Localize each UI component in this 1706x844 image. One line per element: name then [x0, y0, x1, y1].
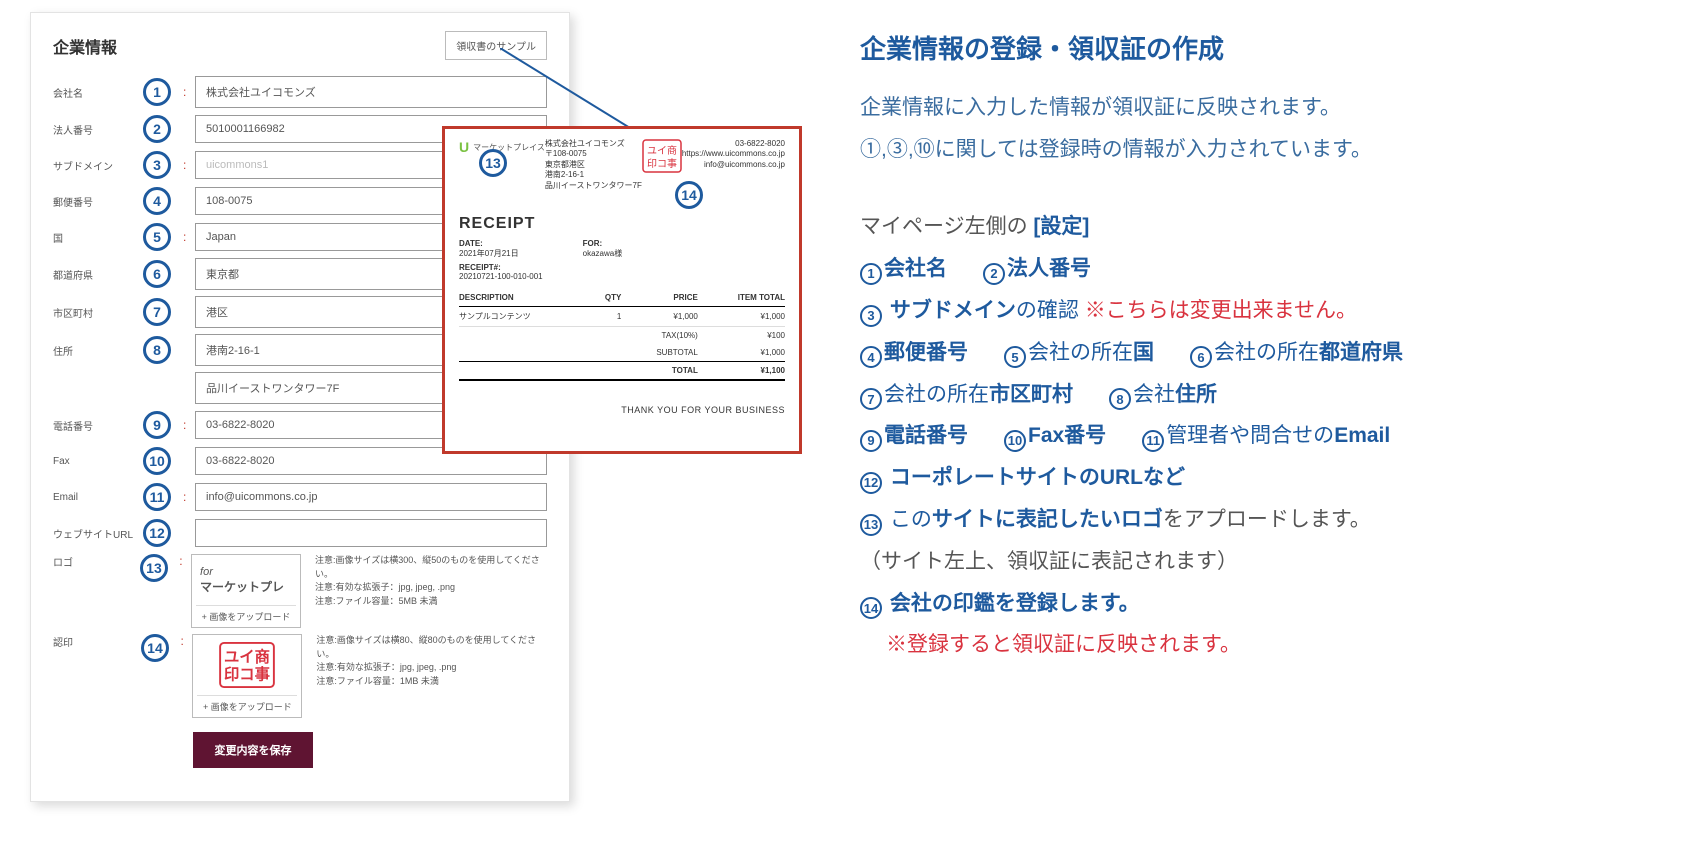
marker-11: 11	[143, 483, 171, 511]
marker-13-receipt: 13	[479, 149, 507, 177]
label-prefecture: 都道府県	[53, 267, 133, 282]
logo-preview: for マーケットプレ + 画像をアップロード	[191, 554, 301, 628]
input-email[interactable]: info@uicommons.co.jp	[195, 483, 547, 511]
label-corp-number: 法人番号	[53, 122, 133, 137]
total-row: TOTAL ¥1,100	[459, 362, 785, 381]
label-postal: 郵便番号	[53, 194, 133, 209]
label-subdomain: サブドメイン	[53, 158, 133, 173]
explain-p1: 企業情報に入力した情報が領収証に反映されます。	[860, 89, 1680, 127]
marker-8: 8	[143, 336, 171, 364]
bullet-12-icon: 12	[860, 472, 882, 494]
label-website: ウェブサイトURL	[53, 526, 133, 541]
marker-1: 1	[143, 78, 171, 106]
bullet-4-icon: 4	[860, 346, 882, 368]
panel-header: 企業情報 領収書のサンプル	[53, 31, 547, 60]
explain-row-1-2: 1会社名 2法人番号	[860, 250, 1680, 288]
explain-row-14: 14 会社の印鑑を登録します。	[860, 585, 1680, 623]
input-company-name[interactable]: 株式会社ユイコモンズ	[195, 76, 547, 108]
receipt-thanks: THANK YOU FOR YOUR BUSINESS	[459, 405, 785, 415]
explain-title: 企業情報の登録・領収証の作成	[860, 26, 1680, 73]
upload-stamp-button[interactable]: + 画像をアップロード	[197, 695, 297, 713]
label-logo: ロゴ	[53, 554, 131, 569]
svg-text:ユイ商: ユイ商	[224, 647, 270, 666]
bullet-6-icon: 6	[1190, 346, 1212, 368]
bullet-8-icon: 8	[1109, 388, 1131, 410]
svg-text:ユイ商: ユイ商	[647, 144, 677, 157]
bullet-13-icon: 13	[860, 514, 882, 536]
label-tel: 電話番号	[53, 418, 133, 433]
explain-mypage: マイページ左側の [設定]	[860, 208, 1680, 246]
label-city: 市区町村	[53, 305, 133, 320]
svg-text:印コ事: 印コ事	[647, 157, 677, 170]
marker-13: 13	[140, 554, 168, 582]
logo-notes: 注意:画像サイズは横300、縦50のものを使用してください。 注意:有効な拡張子…	[315, 554, 547, 608]
tax-row: TAX(10%) ¥100	[459, 327, 785, 345]
bullet-3-icon: 3	[860, 305, 882, 327]
stamp-preview: ユイ商印コ事 + 画像をアップロード	[192, 634, 302, 718]
save-button[interactable]: 変更内容を保存	[193, 732, 313, 768]
label-address: 住所	[53, 343, 133, 358]
label-company-name: 会社名	[53, 85, 133, 100]
receipt-contact: 03-6822-8020 https://www.uicommons.co.jp…	[682, 139, 785, 170]
marker-14: 14	[141, 634, 169, 662]
receipt-table: DESCRIPTION QTY PRICE ITEM TOTAL サンプルコンテ…	[459, 289, 785, 381]
brand-icon: U	[459, 139, 469, 155]
receipt-sample-button[interactable]: 領収書のサンプル	[445, 31, 547, 60]
receipt-title: RECEIPT	[459, 215, 785, 233]
explain-row-12: 12 コーポレートサイトのURLなど	[860, 459, 1680, 497]
explain-row-13: 13 このサイトに表記したいロゴをアプロードします。	[860, 501, 1680, 539]
explanation: 企業情報の登録・領収証の作成 企業情報に入力した情報が領収証に反映されます。 ①…	[860, 26, 1680, 668]
input-website[interactable]	[195, 519, 547, 547]
bullet-2-icon: 2	[983, 263, 1005, 285]
upload-logo-button[interactable]: + 画像をアップロード	[196, 605, 296, 623]
marker-3: 3	[143, 151, 171, 179]
receipt-meta: DATE: 2021年07月21日 RECEIPT#: 20210721-100…	[459, 239, 785, 281]
marker-5: 5	[143, 223, 171, 251]
row-logo: ロゴ 13 : for マーケットプレ + 画像をアップロード 注意:画像サイズ…	[53, 554, 547, 628]
required-icon: :	[183, 85, 191, 99]
marker-4: 4	[143, 187, 171, 215]
svg-text:印コ事: 印コ事	[224, 665, 270, 683]
label-fax: Fax	[53, 456, 133, 467]
receipt-company: 株式会社ユイコモンズ 〒108-0075 東京都港区 港南2-16-1 品川イー…	[545, 139, 642, 191]
row-company-name: 会社名 1 : 株式会社ユイコモンズ	[53, 76, 547, 108]
row-email: Email 11 : info@uicommons.co.jp	[53, 482, 547, 512]
explain-row-3: 3 サブドメインの確認 ※こちらは変更出来ません。	[860, 292, 1680, 330]
panel-title: 企業情報	[53, 34, 117, 58]
explain-row-13-note: （サイト左上、領収証に表記されます）	[860, 543, 1680, 581]
explain-row-14-warn: ※登録すると領収証に反映されます。	[886, 626, 1680, 664]
stamp-icon: ユイ商印コ事	[197, 639, 297, 691]
bullet-5-icon: 5	[1004, 346, 1026, 368]
table-header: DESCRIPTION QTY PRICE ITEM TOTAL	[459, 289, 785, 307]
explain-p2: ①,③,⑩に関しては登録時の情報が入力されています。	[860, 131, 1680, 169]
marker-9: 9	[143, 411, 171, 439]
row-website: ウェブサイトURL 12	[53, 518, 547, 548]
label-stamp: 認印	[53, 634, 131, 649]
label-country: 国	[53, 230, 133, 245]
receipt-sample: U マーケットプレイス 株式会社ユイコモンズ 〒108-0075 東京都港区 港…	[442, 126, 802, 454]
marker-7: 7	[143, 298, 171, 326]
receipt-stamp-icon: ユイ商印コ事	[642, 139, 682, 175]
explain-row-9-10-11: 9電話番号 10Fax番号 11管理者や問合せのEmail	[860, 417, 1680, 455]
bullet-11-icon: 11	[1142, 430, 1164, 452]
marker-10: 10	[143, 447, 171, 475]
explain-row-4-5-6: 4郵便番号 5会社の所在国 6会社の所在都道府県	[860, 334, 1680, 372]
marker-12: 12	[143, 519, 171, 547]
stamp-notes: 注意:画像サイズは横80、縦80のものを使用してください。 注意:有効な拡張子：…	[316, 634, 547, 688]
marker-2: 2	[143, 115, 171, 143]
receipt-header: U マーケットプレイス 株式会社ユイコモンズ 〒108-0075 東京都港区 港…	[459, 139, 785, 209]
explain-row-7-8: 7会社の所在市区町村 8会社住所	[860, 376, 1680, 414]
subtotal-row: SUBTOTAL ¥1,000	[459, 344, 785, 362]
bullet-1-icon: 1	[860, 263, 882, 285]
row-stamp: 認印 14 : ユイ商印コ事 + 画像をアップロード 注意:画像サイズは横80、…	[53, 634, 547, 718]
bullet-7-icon: 7	[860, 388, 882, 410]
bullet-9-icon: 9	[860, 430, 882, 452]
table-row: サンプルコンテンツ 1 ¥1,000 ¥1,000	[459, 307, 785, 327]
marker-6: 6	[143, 260, 171, 288]
bullet-10-icon: 10	[1004, 430, 1026, 452]
marker-14-receipt: 14	[675, 181, 703, 209]
label-email: Email	[53, 492, 133, 503]
logo-icon: for マーケットプレ	[196, 559, 296, 601]
bullet-14-icon: 14	[860, 597, 882, 619]
